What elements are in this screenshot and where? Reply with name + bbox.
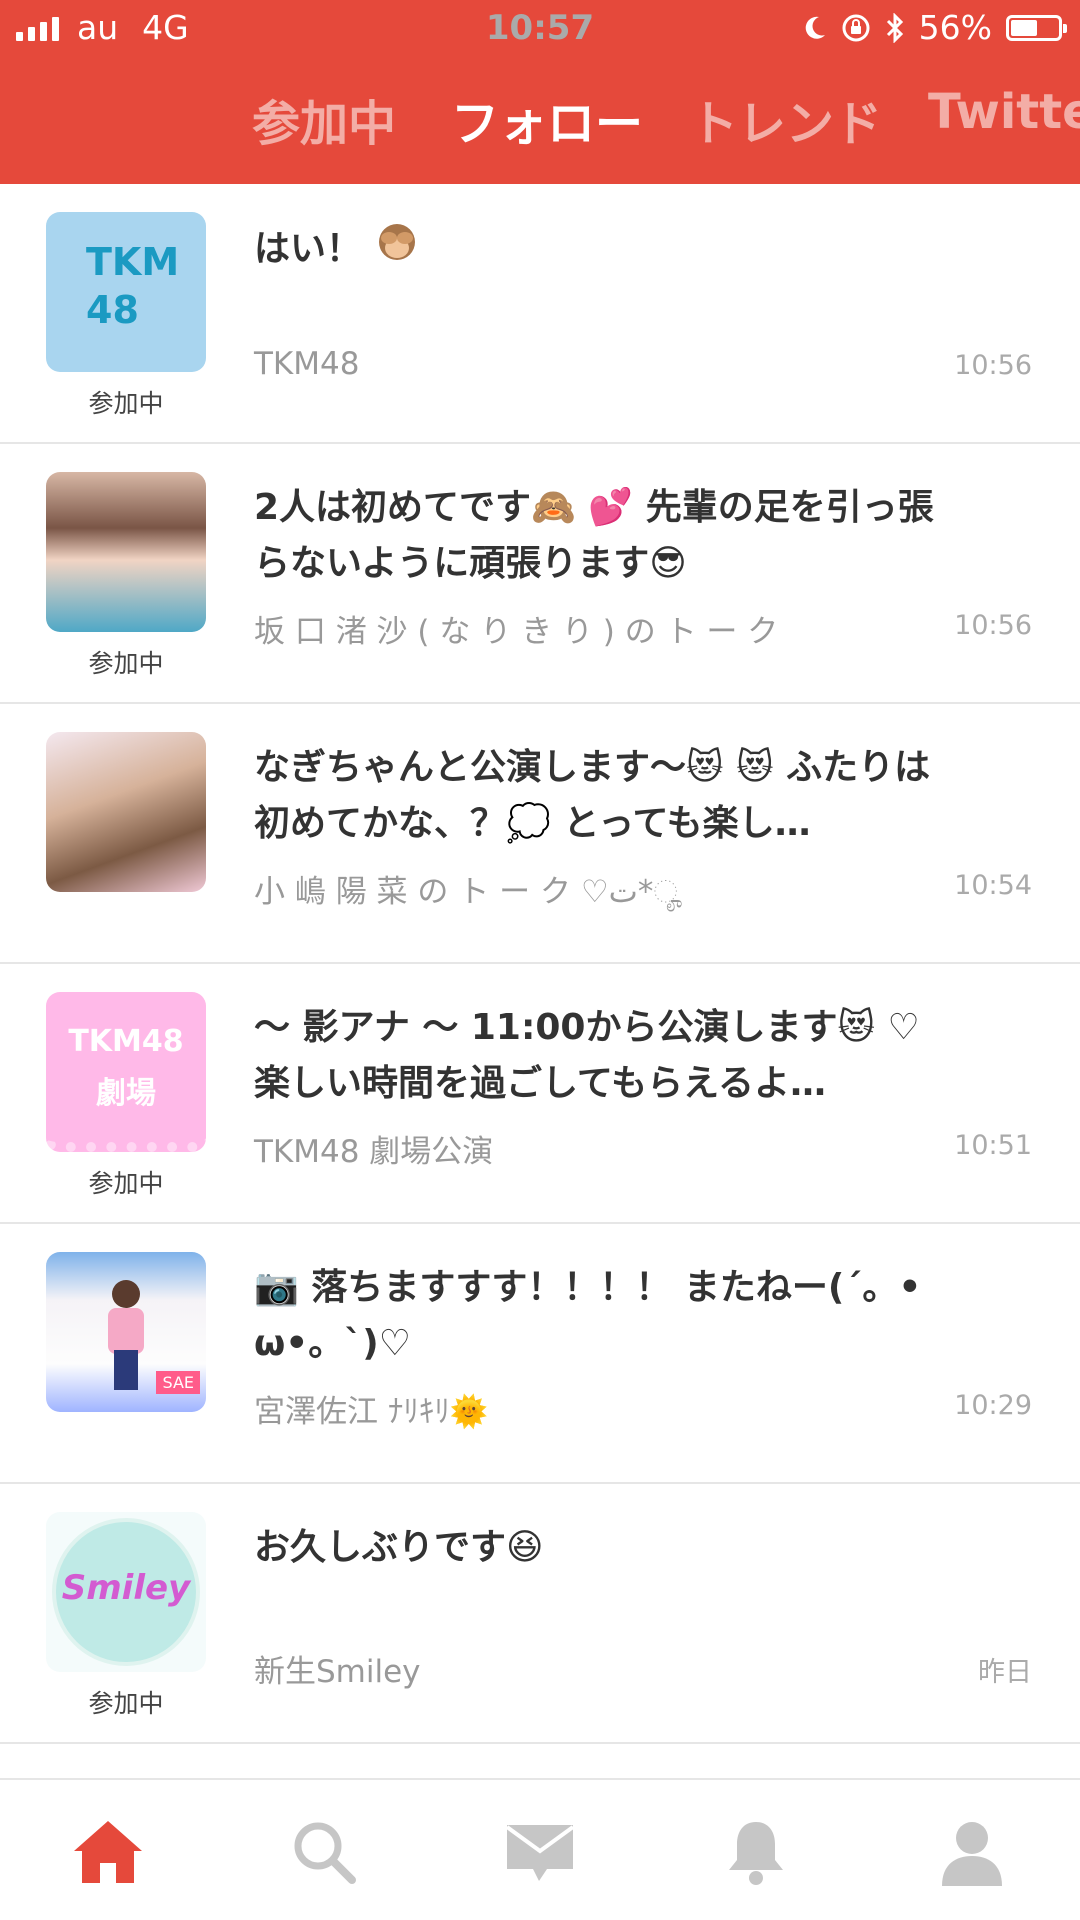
status-bar: au 4G 10:57 56% — [0, 0, 1080, 60]
feed-item[interactable]: SAE 📷 落ちますすす！！！！ またねー(´。• ω•。`)♡ 宮澤佐江 ﾅﾘ… — [0, 1224, 1080, 1484]
battery-icon — [1006, 14, 1067, 41]
avatar[interactable] — [46, 472, 206, 632]
tab-trend[interactable]: トレンド — [690, 84, 882, 154]
avatar-text: Smiley — [61, 1568, 191, 1608]
nav-notifications[interactable] — [706, 1802, 806, 1902]
message-body: はい！ — [254, 228, 363, 270]
message-text: はい！ — [254, 220, 954, 281]
timestamp: 10:29 — [954, 1390, 1032, 1421]
battery-fill — [1011, 19, 1037, 36]
talk-source: 宮澤佐江 ﾅﾘｷﾘ🌞 — [254, 1394, 489, 1430]
joined-badge: 参加中 — [88, 1689, 164, 1718]
search-icon — [294, 1822, 356, 1884]
avatar-text: TKM — [86, 240, 180, 284]
talk-source: 新生Smiley — [254, 1654, 421, 1690]
avatar-text: 48 — [86, 288, 139, 332]
timestamp: 10:56 — [954, 610, 1032, 641]
message-text: なぎちゃんと公演します〜😻 😻 ふたりは初めてかな、？💭 とっても楽し… — [254, 747, 931, 844]
bottom-nav — [0, 1778, 1080, 1920]
nav-profile[interactable] — [922, 1802, 1022, 1902]
avatar-text: TKM48 — [68, 1024, 184, 1059]
feed-item[interactable]: TKM48 劇場 参加中 〜 影アナ 〜 11:00から公演します😻 ♡ 楽しい… — [0, 964, 1080, 1224]
joined-badge: 参加中 — [88, 649, 164, 678]
timestamp: 昨日 — [978, 1657, 1032, 1688]
app-header: au 4G 10:57 56% 参加中 フォロー トレンド Twitte — [0, 0, 1080, 184]
avatar[interactable]: Smiley — [46, 1512, 206, 1672]
feed-item[interactable]: 参加中 2人は初めてです🙈 💕 先輩の足を引っ張らないように頑張ります😎 坂 口… — [0, 444, 1080, 704]
status-right: 56% — [803, 8, 1067, 47]
see-no-evil-monkey-icon — [375, 220, 419, 281]
avatar[interactable]: TKM48 劇場 — [46, 992, 206, 1152]
bell-icon — [729, 1822, 783, 1885]
feed-item[interactable]: なぎちゃんと公演します〜😻 😻 ふたりは初めてかな、？💭 とっても楽し… 小 嶋… — [0, 704, 1080, 964]
talk-source: 小 嶋 陽 菜 の ト ー ク ♡ت*ೄ — [254, 874, 683, 910]
talk-source: TKM48 劇場公演 — [254, 1134, 494, 1170]
joined-badge: 参加中 — [88, 389, 164, 418]
nav-messages[interactable] — [490, 1802, 590, 1902]
tab-joined[interactable]: 参加中 — [252, 84, 396, 154]
tab-bar: 参加中 フォロー トレンド Twitte — [0, 84, 1080, 164]
joined-badge: 参加中 — [88, 1169, 164, 1198]
timestamp: 10:56 — [954, 350, 1032, 381]
nav-home[interactable] — [58, 1802, 158, 1902]
mail-icon — [505, 1825, 575, 1881]
talk-source: 坂 口 渚 沙 ( な り き り ) の ト ー ク — [254, 614, 779, 650]
message-text: お久しぶりです😆 — [254, 1527, 544, 1568]
avatar-tag: SAE — [156, 1371, 200, 1394]
message-text: 2人は初めてです🙈 💕 先輩の足を引っ張らないように頑張ります😎 — [254, 487, 934, 584]
tab-follow[interactable]: フォロー — [451, 84, 643, 154]
nav-search[interactable] — [274, 1802, 374, 1902]
bluetooth-icon — [886, 12, 903, 43]
timestamp: 10:51 — [954, 1130, 1032, 1161]
avatar-text: 劇場 — [96, 1076, 156, 1111]
message-text: 〜 影アナ 〜 11:00から公演します😻 ♡ 楽しい時間を過ごしてもらえるよ… — [254, 1007, 920, 1104]
timestamp: 10:54 — [954, 870, 1032, 901]
message-text: 📷 落ちますすす！！！！ またねー(´。• ω•。`)♡ — [254, 1267, 922, 1364]
talk-source: TKM48 — [254, 346, 360, 382]
talk-feed: TKM 48 参加中 はい！ TKM48 10:56 参加中 2人は初めてです🙈… — [0, 184, 1080, 1744]
avatar[interactable]: SAE — [46, 1252, 206, 1412]
battery-percent: 56% — [918, 8, 992, 47]
rotation-lock-icon — [842, 14, 870, 41]
tab-twitter[interactable]: Twitte — [928, 84, 1080, 140]
avatar[interactable]: TKM 48 — [46, 212, 206, 372]
feed-item[interactable]: TKM 48 参加中 はい！ TKM48 10:56 — [0, 184, 1080, 444]
avatar[interactable] — [46, 732, 206, 892]
feed-item[interactable]: Smiley 参加中 お久しぶりです😆 新生Smiley 昨日 — [0, 1484, 1080, 1744]
home-icon — [74, 1821, 142, 1883]
moon-icon — [805, 16, 825, 39]
profile-icon — [942, 1822, 1002, 1886]
